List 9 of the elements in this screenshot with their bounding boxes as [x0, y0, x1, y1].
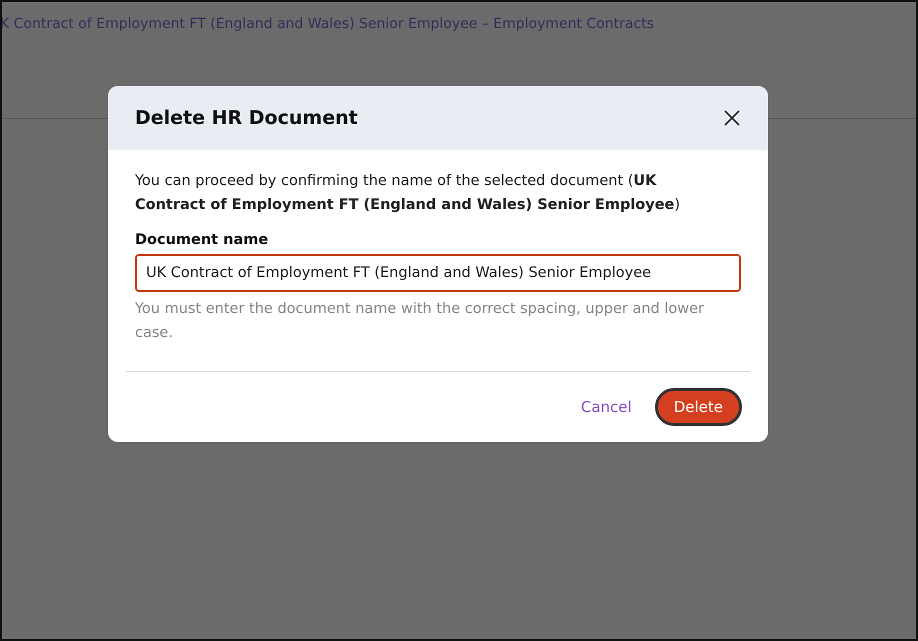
field-hint: You must enter the document name with the correct spacing, upper and lower case.: [135, 300, 705, 343]
close-button[interactable]: [722, 108, 742, 128]
confirmation-text: You can proceed by confirming the name of the selected document (UK Contract of Employment FT (England and Wales) Senior Employee): [135, 172, 682, 215]
dialog-title: Delete HR Document: [135, 107, 358, 129]
delete-button[interactable]: Delete: [654, 388, 742, 426]
close-icon: [722, 108, 742, 128]
document-name-field[interactable]: UK Contract of Employment FT (England and Wales) Senior Employee: [135, 254, 741, 292]
field-label: Document name: [135, 232, 270, 248]
cancel-link[interactable]: Cancel: [576, 389, 637, 425]
